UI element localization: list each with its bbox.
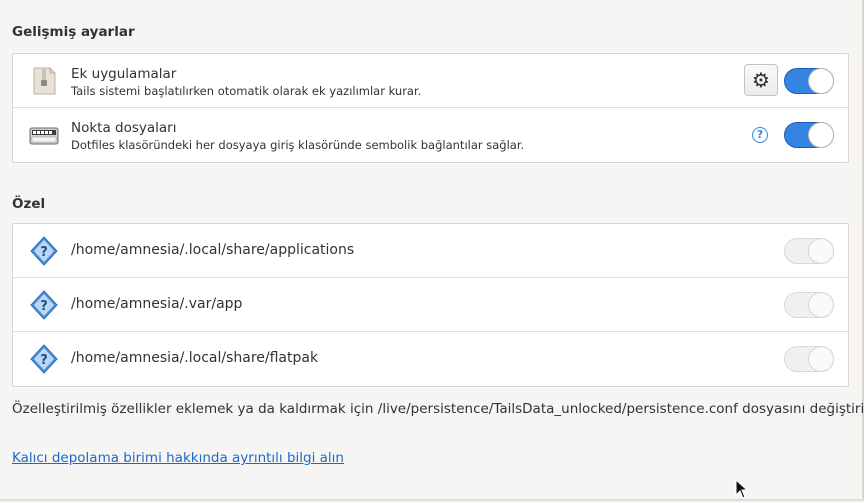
info-text: Özelleştirilmiş özellikler eklemek ya da…: [12, 401, 864, 417]
custom-path-label: /home/amnesia/.local/share/applications: [71, 242, 355, 258]
custom-toggle[interactable]: [784, 346, 834, 372]
dotfiles-description: Dotfiles klasöründeki her dosyaya giriş …: [71, 138, 525, 152]
additional-software-title: Ek uygulamalar: [71, 66, 177, 82]
custom-path-label: /home/amnesia/.local/share/flatpak: [71, 350, 319, 366]
advanced-settings-panel: Ek uygulamalar Tails sistemi başlatılırk…: [12, 53, 849, 163]
additional-software-row: Ek uygulamalar Tails sistemi başlatılırk…: [13, 54, 848, 108]
learn-more-link[interactable]: Kalıcı depolama birimi hakkında ayrıntıl…: [12, 450, 344, 466]
svg-text:?: ?: [40, 353, 48, 368]
dotfiles-row: Nokta dosyaları Dotfiles klasöründeki he…: [13, 108, 848, 162]
gear-icon: ⚙: [752, 68, 770, 92]
dotfiles-title: Nokta dosyaları: [71, 120, 177, 136]
custom-settings-panel: ? /home/amnesia/.local/share/application…: [12, 223, 849, 387]
custom-toggle[interactable]: [784, 238, 834, 264]
additional-software-description: Tails sistemi başlatılırken otomatik ola…: [71, 84, 422, 98]
unknown-folder-icon: ?: [29, 236, 59, 266]
custom-row: ? /home/amnesia/.var/app: [13, 278, 848, 332]
advanced-settings-heading: Gelişmiş ayarlar: [12, 24, 135, 40]
unknown-folder-icon: ?: [29, 290, 59, 320]
additional-software-settings-button[interactable]: ⚙: [744, 64, 778, 96]
dotfiles-icon: [29, 120, 59, 150]
help-icon[interactable]: ?: [752, 127, 768, 143]
package-icon: [29, 66, 59, 96]
svg-text:?: ?: [40, 245, 48, 260]
custom-heading: Özel: [12, 196, 46, 212]
custom-row: ? /home/amnesia/.local/share/flatpak: [13, 332, 848, 386]
custom-toggle[interactable]: [784, 292, 834, 318]
dotfiles-toggle[interactable]: [784, 122, 834, 148]
unknown-folder-icon: ?: [29, 344, 59, 374]
custom-row: ? /home/amnesia/.local/share/application…: [13, 224, 848, 278]
svg-text:?: ?: [40, 299, 48, 314]
custom-path-label: /home/amnesia/.var/app: [71, 296, 243, 312]
additional-software-toggle[interactable]: [784, 68, 834, 94]
